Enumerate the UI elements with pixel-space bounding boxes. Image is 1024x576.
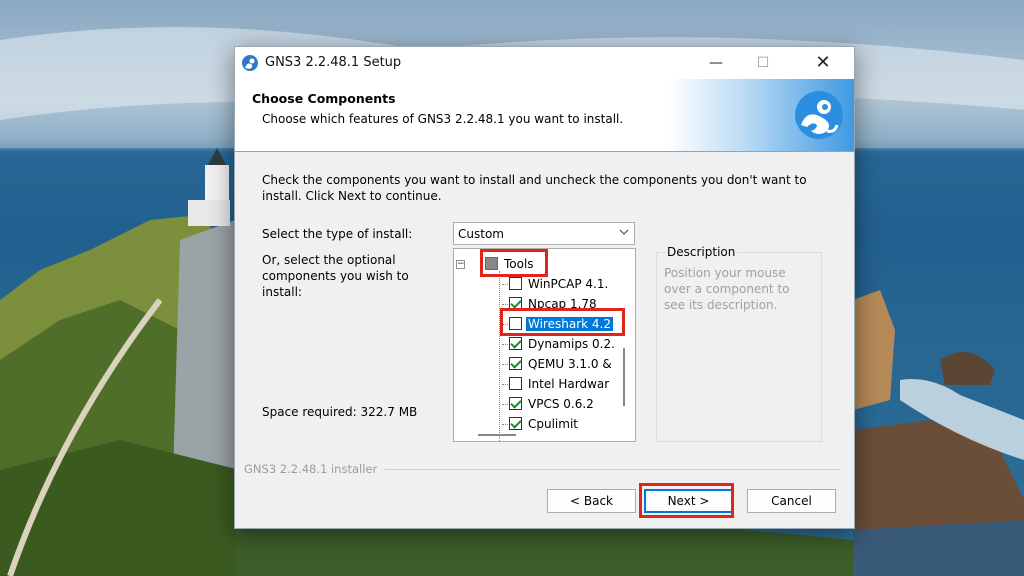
vertical-scrollbar[interactable]: [623, 348, 625, 406]
gns3-chameleon-logo-icon: [795, 91, 843, 139]
tree-connector: [499, 271, 500, 441]
select-components-label: Or, select the optional components you w…: [262, 253, 409, 299]
tools-label: Tools: [504, 257, 534, 271]
minimize-button[interactable]: —: [693, 47, 739, 79]
next-button[interactable]: Next >: [644, 489, 733, 513]
window-title: GNS3 2.2.48.1 Setup: [265, 55, 402, 70]
setup-dialog: GNS3 2.2.48.1 Setup — ☐ ✕ Choose Compone…: [234, 46, 855, 529]
installer-label: GNS3 2.2.48.1 installer: [244, 462, 378, 476]
tree-item-label: Npcap 1.78: [528, 297, 597, 311]
description-title: Description: [665, 245, 738, 259]
vpcs-checkbox[interactable]: [509, 397, 522, 410]
close-button[interactable]: ✕: [800, 47, 846, 79]
tree-item-label: VPCS 0.6.2: [528, 397, 594, 411]
winpcap-checkbox[interactable]: [509, 277, 522, 290]
dynamips-checkbox[interactable]: [509, 337, 522, 350]
gns3-app-icon: [242, 55, 258, 71]
tree-item-label: Dynamips 0.2.: [528, 337, 615, 351]
intro-text: Check the components you want to install…: [262, 173, 807, 203]
tree-item-dynamips[interactable]: Dynamips 0.2.: [502, 335, 635, 354]
horizontal-scrollbar[interactable]: [478, 434, 516, 436]
tree-item-label: Cpulimit: [528, 417, 578, 431]
tools-checkbox[interactable]: [485, 257, 498, 270]
footer-divider: [385, 469, 840, 470]
tree-item-label: WinPCAP 4.1.: [528, 277, 609, 291]
intel-haxm-checkbox[interactable]: [509, 377, 522, 390]
page-title: Choose Components: [252, 91, 396, 106]
tree-item-label: Intel Hardwar: [528, 377, 610, 391]
tree-item-qemu[interactable]: QEMU 3.1.0 &: [502, 355, 635, 374]
back-button[interactable]: < Back: [547, 489, 636, 513]
tree-item-wireshark[interactable]: Wireshark 4.2: [502, 315, 635, 334]
cpulimit-checkbox[interactable]: [509, 417, 522, 430]
wireshark-checkbox[interactable]: [509, 317, 522, 330]
tree-item-npcap[interactable]: Npcap 1.78: [502, 295, 635, 314]
tree-item-intel-haxm[interactable]: Intel Hardwar: [502, 375, 635, 394]
tree-item-label: Wireshark 4.2: [526, 317, 613, 331]
qemu-checkbox[interactable]: [509, 357, 522, 370]
cancel-button[interactable]: Cancel: [747, 489, 836, 513]
tree-item-vpcs[interactable]: VPCS 0.6.2: [502, 395, 635, 414]
install-type-label: Select the type of install:: [262, 227, 413, 241]
tree-item-winpcap[interactable]: WinPCAP 4.1.: [502, 275, 635, 294]
tree-item-cpulimit[interactable]: Cpulimit: [502, 415, 635, 434]
components-tree[interactable]: − Tools WinPCAP 4.1. Npcap 1.78 Wireshar…: [453, 248, 636, 442]
install-type-dropdown[interactable]: Custom: [453, 222, 635, 245]
install-type-value: Custom: [458, 227, 504, 241]
maximize-button[interactable]: ☐: [740, 47, 786, 79]
wizard-header: Choose Components Choose which features …: [235, 79, 854, 152]
npcap-checkbox[interactable]: [509, 297, 522, 310]
chevron-down-icon: [619, 229, 629, 235]
collapse-icon[interactable]: −: [456, 260, 465, 269]
page-subtitle: Choose which features of GNS3 2.2.48.1 y…: [262, 112, 624, 126]
title-bar[interactable]: GNS3 2.2.48.1 Setup — ☐ ✕: [235, 47, 854, 79]
tree-item-label: QEMU 3.1.0 &: [528, 357, 612, 371]
space-required: Space required: 322.7 MB: [262, 405, 418, 419]
description-text: Position your mouse over a component to …: [664, 266, 790, 312]
